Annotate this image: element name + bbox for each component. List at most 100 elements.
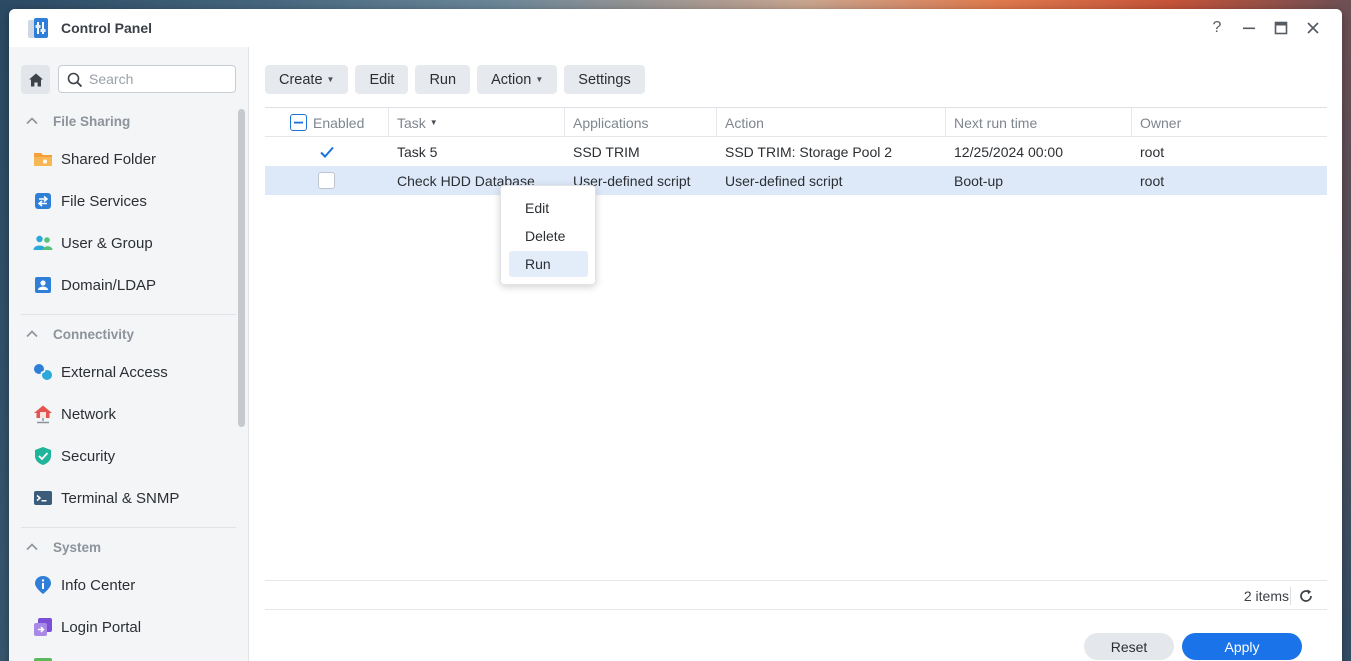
create-button[interactable]: Create ▼ xyxy=(265,65,349,94)
status-bar: 2 items xyxy=(265,580,1327,610)
sort-caret-icon: ▼ xyxy=(429,118,438,127)
chevron-up-icon xyxy=(26,117,38,125)
sidebar-item-label: Network xyxy=(61,405,117,423)
apply-button[interactable]: Apply xyxy=(1182,633,1302,660)
caret-down-icon: ▼ xyxy=(535,75,544,84)
table-row[interactable]: Check HDD Database User-defined script U… xyxy=(265,166,1327,195)
sidebar-item-label: External Access xyxy=(61,363,168,381)
close-icon[interactable] xyxy=(1303,18,1323,38)
section-file-sharing[interactable]: File Sharing xyxy=(21,108,130,134)
home-icon xyxy=(28,73,43,86)
sidebar-item-file-services[interactable]: File Services xyxy=(21,184,231,218)
table-header: Enabled Task ▼ Applications Action Next … xyxy=(265,108,1327,137)
enabled-checkbox[interactable] xyxy=(318,143,335,160)
settings-button[interactable]: Settings xyxy=(564,65,645,94)
network-icon xyxy=(33,404,53,424)
caret-down-icon: ▼ xyxy=(326,75,335,84)
sidebar-item-shared-folder[interactable]: Shared Folder xyxy=(21,142,231,176)
search-field[interactable] xyxy=(58,65,236,93)
sidebar-item-label: Info Center xyxy=(61,576,136,594)
sidebar-item-label: Shared Folder xyxy=(61,150,157,168)
section-label: Connectivity xyxy=(53,326,135,342)
login-portal-icon xyxy=(33,617,53,637)
sidebar-item-terminal-snmp[interactable]: Terminal & SNMP xyxy=(21,481,231,515)
status-divider xyxy=(1290,587,1291,605)
sidebar-item-label: Domain/LDAP xyxy=(61,276,157,294)
context-menu-run[interactable]: Run xyxy=(509,251,588,277)
enabled-cell xyxy=(265,166,389,195)
sidebar-divider xyxy=(21,314,236,315)
column-enabled[interactable]: Enabled xyxy=(265,108,389,137)
column-applications[interactable]: Applications xyxy=(565,108,717,137)
action-button-label: Action xyxy=(491,71,532,88)
main-content: Create ▼ Edit Run Action ▼ Settings Enab… xyxy=(250,47,1342,661)
terminal-icon xyxy=(33,488,53,508)
context-menu-delete[interactable]: Delete xyxy=(509,223,588,249)
run-button[interactable]: Run xyxy=(415,65,471,94)
external-access-icon xyxy=(33,362,53,382)
refresh-icon[interactable] xyxy=(1298,588,1314,604)
column-label: Next run time xyxy=(954,114,1038,131)
table-row[interactable]: Task 5 SSD TRIM SSD TRIM: Storage Pool 2… xyxy=(265,137,1327,166)
run-button-label: Run xyxy=(429,71,457,88)
search-input[interactable] xyxy=(89,71,229,87)
help-icon[interactable]: ? xyxy=(1207,18,1227,38)
sidebar-item-external-access[interactable]: External Access xyxy=(21,355,231,389)
column-task[interactable]: Task ▼ xyxy=(389,108,565,137)
action-cell: SSD TRIM: Storage Pool 2 xyxy=(725,143,893,160)
window-title: Control Panel xyxy=(61,20,153,36)
applications-cell: SSD TRIM xyxy=(573,143,640,160)
action-cell: User-defined script xyxy=(725,172,843,189)
column-owner[interactable]: Owner xyxy=(1132,108,1309,137)
edit-button-label: Edit xyxy=(369,71,395,88)
sidebar: File Sharing Shared Folder File Services… xyxy=(9,47,249,661)
control-panel-app-icon xyxy=(28,18,48,38)
home-button[interactable] xyxy=(21,65,50,94)
partial-sidebar-icon xyxy=(33,657,53,661)
user-group-icon xyxy=(33,233,53,253)
control-panel-window: Control Panel ? File Sharin xyxy=(9,9,1342,661)
checkmark-icon xyxy=(319,146,334,158)
sidebar-item-label: Terminal & SNMP xyxy=(61,489,180,507)
column-next-run-time[interactable]: Next run time xyxy=(946,108,1132,137)
sidebar-item-info-center[interactable]: Info Center xyxy=(21,568,231,602)
shield-icon xyxy=(33,446,53,466)
section-system[interactable]: System xyxy=(21,534,101,560)
owner-cell: root xyxy=(1140,172,1165,189)
owner-cell: root xyxy=(1140,143,1165,160)
section-label: File Sharing xyxy=(53,113,131,129)
info-center-icon xyxy=(33,575,53,595)
section-connectivity[interactable]: Connectivity xyxy=(21,321,134,347)
column-label: Task xyxy=(397,114,426,131)
sidebar-item-network[interactable]: Network xyxy=(21,397,231,431)
select-all-checkbox[interactable] xyxy=(290,114,307,131)
title-bar[interactable]: Control Panel ? xyxy=(9,9,1342,47)
sidebar-item-domain-ldap[interactable]: Domain/LDAP xyxy=(21,268,231,302)
next-run-cell: 12/25/2024 00:00 xyxy=(954,143,1063,160)
reset-button[interactable]: Reset xyxy=(1084,633,1174,660)
enabled-checkbox[interactable] xyxy=(318,172,335,189)
sidebar-item-login-portal[interactable]: Login Portal xyxy=(21,610,231,644)
sidebar-item-user-group[interactable]: User & Group xyxy=(21,226,231,260)
toolbar: Create ▼ Edit Run Action ▼ Settings xyxy=(265,65,645,94)
sidebar-item-label: Security xyxy=(61,447,116,465)
action-button[interactable]: Action ▼ xyxy=(477,65,558,94)
task-table: Enabled Task ▼ Applications Action Next … xyxy=(265,107,1327,612)
context-menu-edit[interactable]: Edit xyxy=(509,195,588,221)
chevron-up-icon xyxy=(26,330,38,338)
minimize-icon[interactable] xyxy=(1239,18,1259,38)
search-icon xyxy=(67,72,83,88)
column-label: Applications xyxy=(573,114,649,131)
file-services-icon xyxy=(33,191,53,211)
shared-folder-icon xyxy=(33,149,53,169)
column-action[interactable]: Action xyxy=(717,108,946,137)
sidebar-item-label: Login Portal xyxy=(61,618,142,636)
sidebar-scrollbar[interactable] xyxy=(238,109,245,427)
sidebar-item-security[interactable]: Security xyxy=(21,439,231,473)
enabled-cell xyxy=(265,137,389,166)
column-label: Enabled xyxy=(313,114,365,131)
items-count: 2 items xyxy=(1243,588,1289,604)
edit-button[interactable]: Edit xyxy=(355,65,409,94)
maximize-icon[interactable] xyxy=(1271,18,1291,38)
column-label: Owner xyxy=(1140,114,1182,131)
